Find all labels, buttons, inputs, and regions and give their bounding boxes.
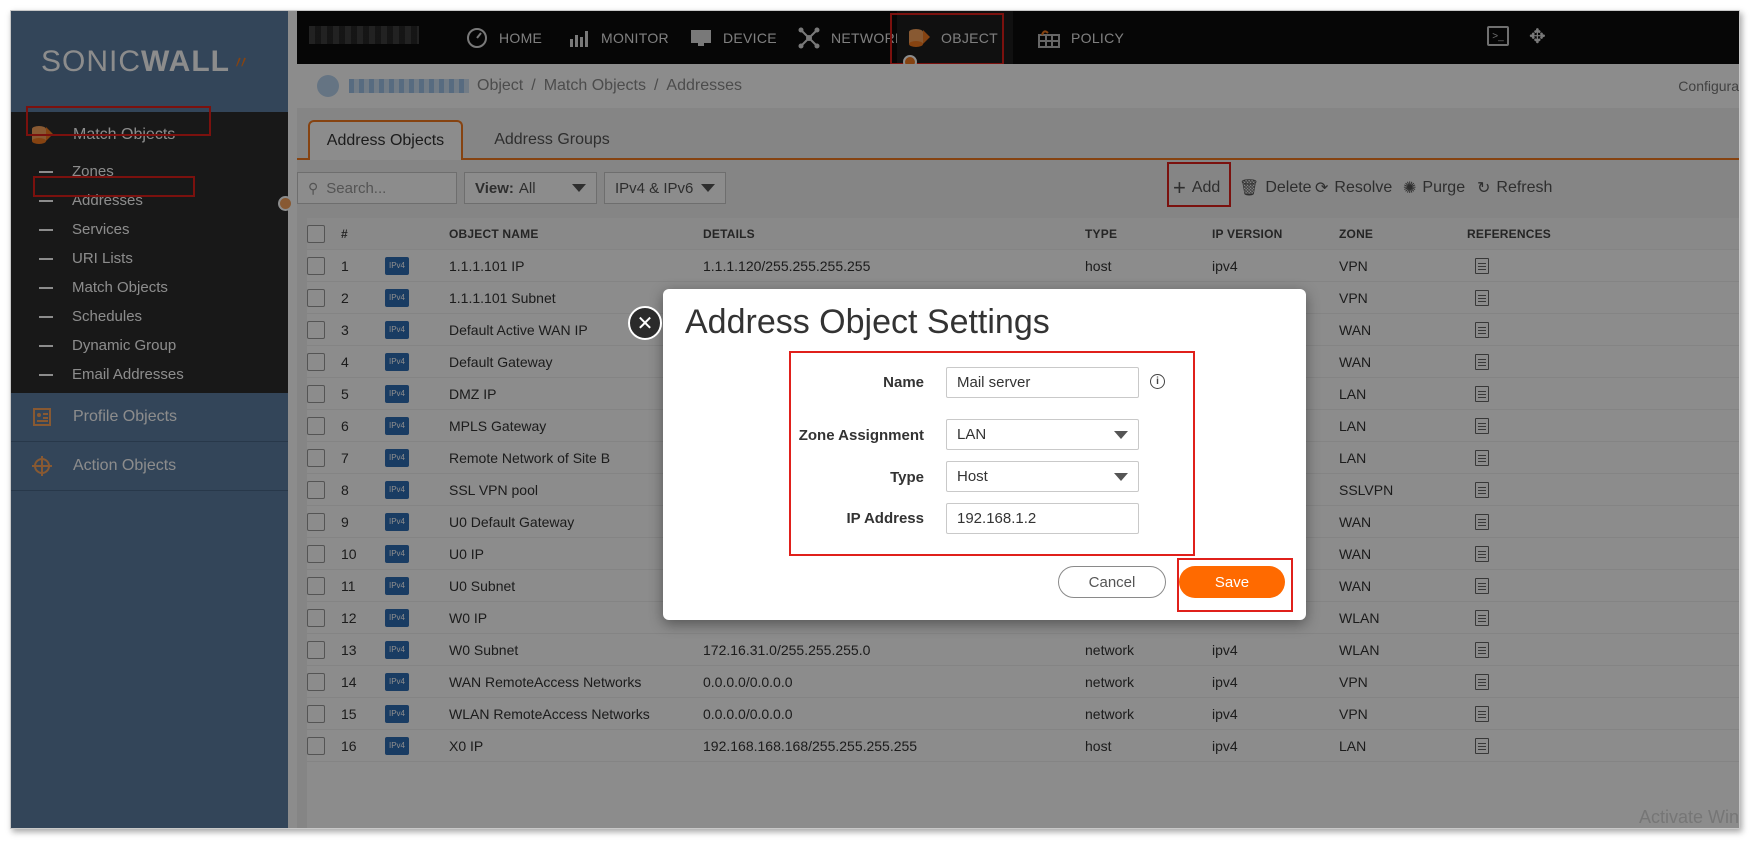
save-button[interactable]: Save xyxy=(1179,566,1285,598)
save-label: Save xyxy=(1214,573,1250,591)
close-icon[interactable]: ✕ xyxy=(628,306,662,340)
name-label: Name xyxy=(883,374,924,391)
type-value: Host xyxy=(957,468,988,485)
type-label: Type xyxy=(890,469,924,486)
info-icon[interactable]: i xyxy=(1150,374,1165,389)
zone-assignment-label: Zone Assignment xyxy=(798,427,924,444)
address-object-settings-dialog: Address Object Settings Name Mail server… xyxy=(663,289,1306,620)
name-field[interactable]: Mail server xyxy=(946,367,1139,398)
cancel-label: Cancel xyxy=(1088,573,1136,591)
ip-address-field[interactable]: 192.168.1.2 xyxy=(946,503,1139,534)
chevron-down-icon xyxy=(1114,430,1128,439)
ip-value: 192.168.1.2 xyxy=(957,510,1037,527)
dialog-title: Address Object Settings xyxy=(685,303,1050,341)
name-value: Mail server xyxy=(957,374,1031,391)
chevron-down-icon xyxy=(1114,472,1128,481)
zone-value: LAN xyxy=(957,426,987,443)
cancel-button[interactable]: Cancel xyxy=(1058,566,1166,598)
zone-assignment-select[interactable]: LAN xyxy=(946,419,1139,450)
type-select[interactable]: Host xyxy=(946,461,1139,492)
ip-address-label: IP Address xyxy=(846,510,924,527)
